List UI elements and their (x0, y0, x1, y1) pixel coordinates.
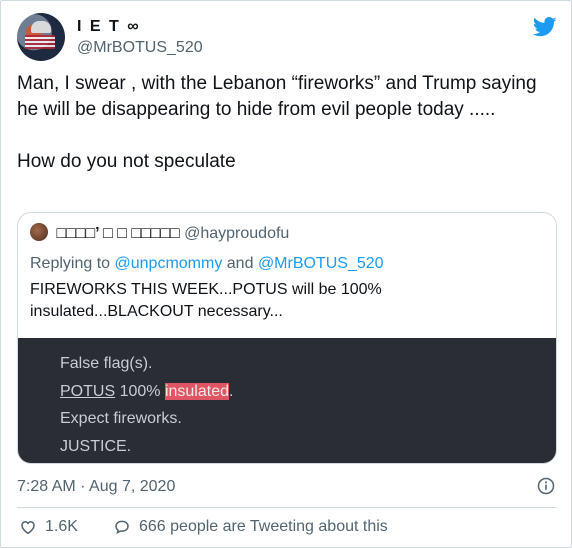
avatar-flag-shape (25, 35, 55, 49)
quoted-display-name[interactable]: □□□□’ □ □ □□□□□ (56, 225, 179, 242)
image-word-percent: 100% (119, 383, 161, 400)
mention-link[interactable]: @unpcmommy (115, 255, 223, 272)
author-display-name[interactable]: I E T ∞ (77, 17, 203, 37)
image-text-line: False flag(s). (60, 355, 153, 372)
embedded-tweet-card: I E T ∞ @MrBOTUS_520 Man, I swear , with… (0, 0, 572, 548)
replying-to-line: Replying to @unpcmommy and @MrBOTUS_520 (30, 253, 384, 275)
quoted-image[interactable]: False flag(s). POTUS 100% insulated. Exp… (18, 338, 556, 463)
author-avatar[interactable] (17, 13, 65, 61)
avatar-cap-shape (31, 21, 51, 33)
and-word: and (226, 255, 254, 272)
author-handle[interactable]: @MrBOTUS_520 (77, 37, 203, 59)
quoted-avatar[interactable] (30, 223, 48, 241)
tweeting-about-link[interactable]: 666 people are Tweeting about this (113, 517, 388, 537)
divider (17, 507, 557, 508)
tweeting-count-text: 666 people are Tweeting about this (139, 518, 388, 535)
mention-link[interactable]: @MrBOTUS_520 (258, 255, 384, 272)
quoted-text: FIREWORKS THIS WEEK...POTUS will be 100%… (30, 281, 382, 320)
tweet-timestamp[interactable]: 7:28 AM · Aug 7, 2020 (17, 477, 175, 497)
like-count: 1.6K (45, 518, 78, 535)
speech-bubble-icon (115, 520, 129, 535)
highlighted-word: insulated (164, 383, 229, 400)
replying-to-label: Replying to (30, 255, 111, 272)
image-period: . (229, 383, 234, 400)
heart-icon (21, 520, 35, 535)
info-icon[interactable] (537, 477, 555, 495)
like-button[interactable]: 1.6K (19, 517, 78, 537)
image-text-line: JUSTICE. (60, 438, 132, 455)
quoted-tweet[interactable]: □□□□’ □ □ □□□□□ @hayproudofu Replying to… (17, 212, 557, 464)
quoted-header: □□□□’ □ □ □□□□□ @hayproudofu (30, 223, 289, 245)
tweet-text: Man, I swear , with the Lebanon “firewor… (17, 73, 537, 172)
twitter-bird-icon[interactable] (533, 17, 557, 37)
image-text-line: POTUS 100% insulated. (60, 382, 233, 402)
image-text-line: Expect fireworks. (60, 410, 182, 427)
quoted-handle[interactable]: @hayproudofu (184, 225, 289, 242)
image-word-potus: POTUS (60, 383, 116, 400)
tweet-header: I E T ∞ @MrBOTUS_520 (17, 13, 557, 63)
author-names: I E T ∞ @MrBOTUS_520 (77, 17, 203, 59)
